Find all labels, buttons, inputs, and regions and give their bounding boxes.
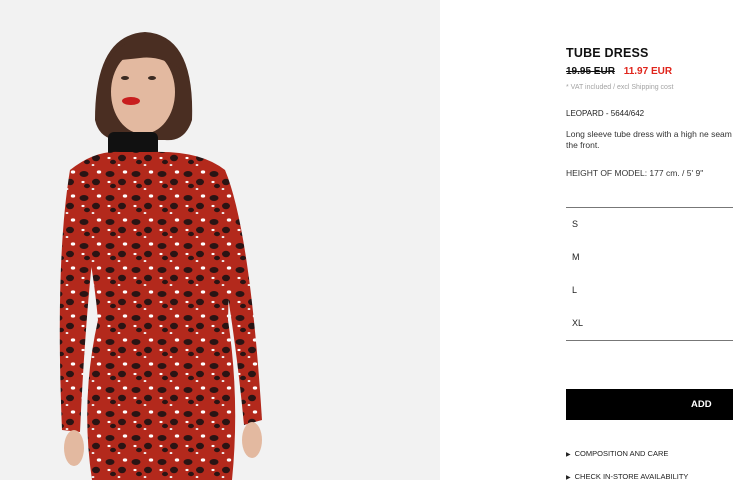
product-title: TUBE DRESS — [566, 46, 649, 60]
color-reference: LEOPARD - 5644/642 — [566, 109, 645, 118]
product-image — [0, 0, 440, 480]
composition-care-link[interactable]: ▶ COMPOSITION AND CARE — [566, 449, 668, 458]
store-availability-label: CHECK IN-STORE AVAILABILITY — [574, 472, 689, 480]
size-option-s[interactable]: S — [566, 208, 733, 241]
size-selector: S M L XL — [566, 207, 733, 341]
add-button-label: ADD — [691, 399, 712, 410]
product-description: Long sleeve tube dress with a high ne se… — [566, 129, 733, 150]
add-to-cart-button[interactable]: ADD — [566, 389, 733, 420]
sale-price: 11.97 EUR — [623, 66, 673, 77]
size-option-l[interactable]: L — [566, 274, 733, 307]
size-option-xl[interactable]: XL — [566, 307, 733, 340]
vat-note: * VAT included / excl Shipping cost — [566, 84, 674, 91]
old-price: 19.95 EUR — [566, 66, 615, 77]
size-option-m[interactable]: M — [566, 241, 733, 274]
model-height: HEIGHT OF MODEL: 177 cm. / 5' 9" — [566, 168, 704, 178]
caret-right-icon: ▶ — [566, 475, 571, 480]
model-illustration — [59, 32, 262, 480]
store-availability-link[interactable]: ▶ CHECK IN-STORE AVAILABILITY — [566, 472, 688, 480]
caret-right-icon: ▶ — [566, 452, 571, 458]
product-info-panel: TUBE DRESS 19.95 EUR 11.97 EUR * VAT inc… — [566, 0, 733, 480]
composition-care-label: COMPOSITION AND CARE — [574, 449, 669, 458]
price-block: 19.95 EUR 11.97 EUR — [566, 66, 672, 77]
